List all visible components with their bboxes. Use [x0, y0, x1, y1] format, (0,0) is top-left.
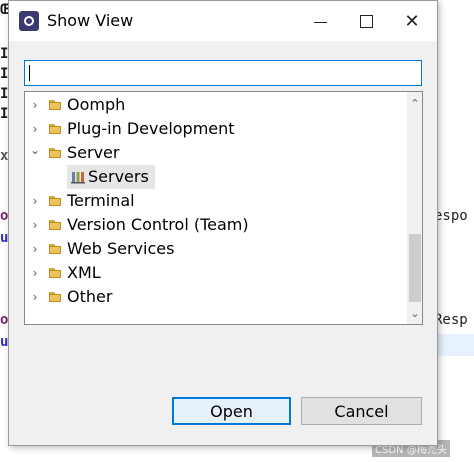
tree-item-oomph[interactable]: › Oomph: [25, 93, 405, 117]
scroll-up-button[interactable]: ⌃: [407, 96, 422, 112]
chevron-right-icon[interactable]: ›: [29, 266, 41, 280]
tree-item-label: Servers: [88, 167, 149, 186]
chevron-right-icon[interactable]: ›: [29, 122, 41, 136]
tree-item-version-control[interactable]: › Version Control (Team): [25, 213, 405, 237]
tree-item-other[interactable]: › Other: [25, 285, 405, 309]
editor-right-text: espo Resp: [434, 0, 474, 462]
cancel-button[interactable]: Cancel: [301, 397, 422, 425]
scroll-down-button[interactable]: ⌄: [407, 306, 422, 322]
tree-item-xml[interactable]: › XML: [25, 261, 405, 285]
folder-icon: [49, 196, 61, 206]
tree-item-terminal[interactable]: › Terminal: [25, 189, 405, 213]
maximize-icon: [359, 14, 373, 28]
minimize-button[interactable]: [297, 1, 343, 41]
chevron-right-icon[interactable]: ›: [29, 290, 41, 304]
tree-item-label: Plug-in Development: [67, 119, 235, 138]
folder-icon: [49, 148, 61, 158]
tree-item-label: Terminal: [67, 191, 135, 210]
folder-icon: [49, 100, 61, 110]
folder-icon: [49, 220, 61, 230]
folder-icon: [49, 292, 61, 302]
folder-icon: [49, 244, 61, 254]
folder-icon: [49, 124, 61, 134]
tree-item-label: Oomph: [67, 95, 126, 114]
show-view-dialog: Show View ✕ › Oomph › Plug-in Developmen…: [8, 0, 438, 446]
editor-fragment: espo: [434, 208, 468, 224]
eclipse-app-icon: [19, 11, 39, 31]
title-bar: Show View ✕: [9, 1, 437, 41]
chevron-down-icon[interactable]: ⌄: [29, 143, 41, 157]
scroll-thumb[interactable]: [409, 234, 421, 302]
dialog-title: Show View: [47, 11, 134, 30]
tree-item-label: Web Services: [67, 239, 175, 258]
tree-item-plugin-development[interactable]: › Plug-in Development: [25, 117, 405, 141]
close-icon: ✕: [404, 10, 420, 32]
folder-icon: [49, 268, 61, 278]
text-caret: [29, 65, 30, 81]
chevron-right-icon[interactable]: ›: [29, 194, 41, 208]
servers-icon: [71, 172, 85, 184]
chevron-down-icon: ⌄: [410, 307, 420, 320]
chevron-up-icon: ⌃: [410, 97, 420, 110]
view-tree: › Oomph › Plug-in Development ⌄ Server S…: [24, 91, 423, 325]
maximize-button[interactable]: [343, 1, 389, 41]
tree-item-servers[interactable]: Servers: [25, 165, 405, 189]
filter-input[interactable]: [24, 60, 422, 86]
minimize-icon: [313, 21, 327, 23]
open-button[interactable]: Open: [172, 397, 291, 425]
tree-item-label: XML: [67, 263, 101, 282]
chevron-right-icon[interactable]: ›: [29, 242, 41, 256]
tree-item-label: Server: [67, 143, 120, 162]
tree-item-web-services[interactable]: › Web Services: [25, 237, 405, 261]
close-button[interactable]: ✕: [389, 1, 435, 41]
tree-item-label: Other: [67, 287, 113, 306]
tree-scrollbar[interactable]: ⌃ ⌄: [407, 92, 422, 324]
chevron-right-icon[interactable]: ›: [29, 98, 41, 112]
tree-item-label: Version Control (Team): [67, 215, 249, 234]
chevron-right-icon[interactable]: ›: [29, 218, 41, 232]
editor-fragment: Resp: [434, 312, 468, 328]
tree-item-server[interactable]: ⌄ Server: [25, 141, 405, 165]
